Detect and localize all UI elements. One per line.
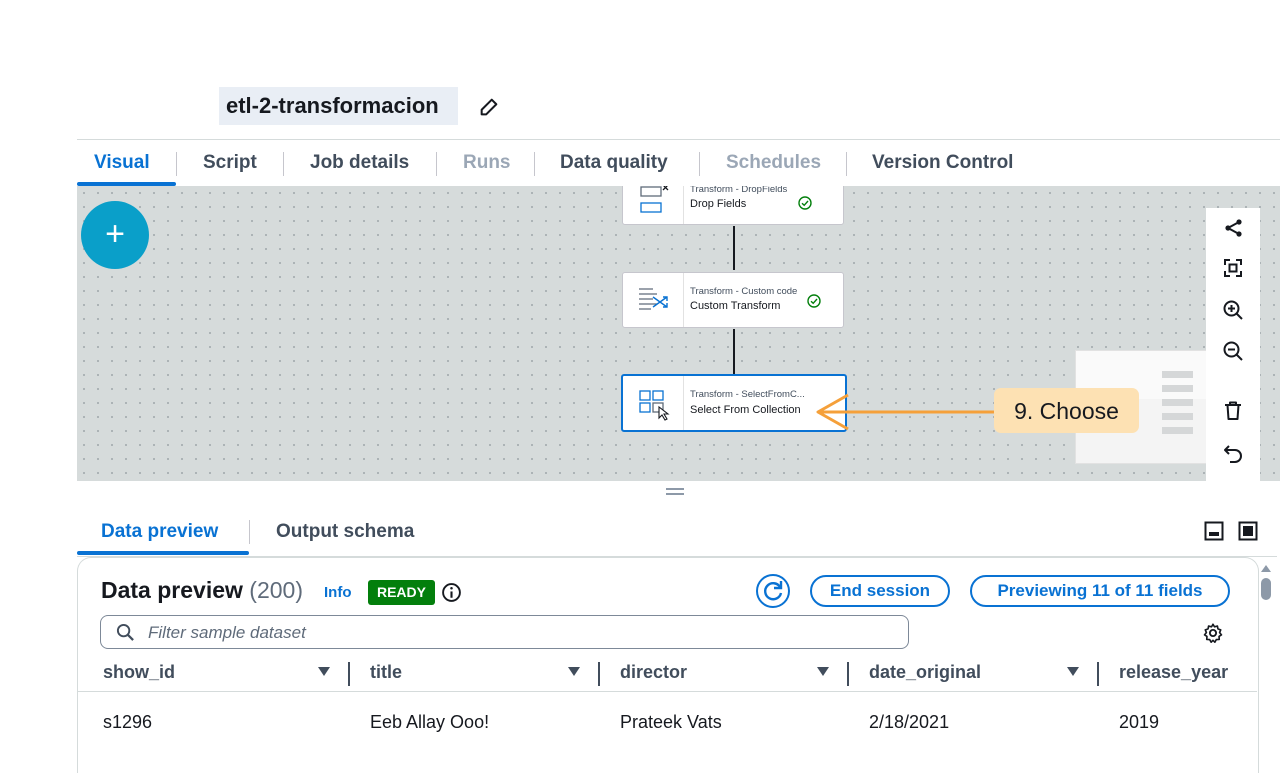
- node-name-label: Custom Transform: [690, 300, 781, 312]
- active-tab-indicator: [77, 551, 249, 555]
- table-cell: 2/18/2021: [869, 712, 950, 732]
- delete-icon[interactable]: [1221, 399, 1245, 423]
- tab-runs[interactable]: Runs: [463, 140, 511, 186]
- job-title: etl-2-transformacion: [219, 87, 458, 125]
- tab-visual[interactable]: Visual: [94, 140, 150, 186]
- node-drop-fields[interactable]: Transform - DropFields Drop Fields: [622, 186, 844, 225]
- layout-icon[interactable]: [1221, 216, 1245, 240]
- sort-caret-icon[interactable]: [817, 667, 829, 676]
- node-name-label: Drop Fields: [690, 198, 747, 210]
- end-session-button[interactable]: End session: [810, 575, 950, 607]
- tab-divider: [846, 152, 847, 176]
- node-name-label: Select From Collection: [690, 404, 801, 416]
- undo-icon[interactable]: [1221, 441, 1245, 465]
- search-icon: [116, 623, 134, 641]
- panel-splitter[interactable]: [77, 481, 1280, 503]
- tab-divider: [176, 152, 177, 176]
- edit-pencil-icon[interactable]: [478, 96, 500, 118]
- settings-gear-icon[interactable]: [1202, 622, 1224, 644]
- tab-divider: [436, 152, 437, 176]
- tab-divider: [534, 152, 535, 176]
- data-preview-count: (200): [249, 577, 303, 603]
- node-type-label: Transform - Custom code: [690, 286, 798, 297]
- check-icon: [807, 294, 821, 308]
- edge-connector: [733, 329, 735, 375]
- drop-fields-icon: [623, 186, 684, 224]
- column-divider[interactable]: [847, 662, 849, 686]
- tab-job-details[interactable]: Job details: [310, 140, 409, 186]
- tab-divider: [283, 152, 284, 176]
- panel-minimize-icon[interactable]: [1204, 521, 1224, 541]
- column-divider[interactable]: [1097, 662, 1099, 686]
- tab-output-schema[interactable]: Output schema: [276, 510, 414, 554]
- sort-caret-icon[interactable]: [318, 667, 330, 676]
- table-cell: Eeb Allay Ooo!: [370, 712, 490, 732]
- tab-schedules[interactable]: Schedules: [726, 140, 821, 186]
- table-cell: Prateek Vats: [620, 712, 722, 732]
- column-header-director[interactable]: director: [620, 662, 687, 683]
- sort-caret-icon[interactable]: [568, 667, 580, 676]
- bottom-panel-tabs: Data preview Output schema: [77, 510, 1277, 557]
- tab-version-control[interactable]: Version Control: [872, 140, 1013, 186]
- node-type-label: Transform - SelectFromC...: [690, 389, 805, 400]
- tab-data-preview[interactable]: Data preview: [101, 510, 218, 554]
- job-tabs: Visual Script Job details Runs Data qual…: [77, 139, 1280, 187]
- table-cell: 2019: [1119, 712, 1160, 732]
- node-type-label: Transform - DropFields: [690, 186, 788, 195]
- column-header-title[interactable]: title: [370, 662, 402, 683]
- tab-divider: [699, 152, 700, 176]
- column-header-release-year[interactable]: release_year: [1119, 662, 1228, 683]
- refresh-icon[interactable]: [755, 573, 791, 609]
- status-badge: READY: [368, 580, 435, 605]
- visual-canvas[interactable]: + Transform - DropFields Drop Fields Tra…: [77, 186, 1280, 481]
- vertical-scrollbar[interactable]: [1260, 565, 1272, 750]
- filter-search-box: [100, 615, 909, 649]
- edge-connector: [733, 226, 735, 270]
- previewing-fields-button[interactable]: Previewing 11 of 11 fields: [970, 575, 1230, 607]
- canvas-toolbar: [1206, 208, 1260, 481]
- zoom-out-icon[interactable]: [1221, 339, 1245, 363]
- filter-input[interactable]: [146, 620, 890, 646]
- table-cell: s1296: [103, 712, 153, 732]
- tab-divider: [249, 520, 250, 544]
- info-circle-icon[interactable]: [441, 582, 462, 603]
- column-divider[interactable]: [598, 662, 600, 686]
- info-link[interactable]: Info: [324, 584, 352, 601]
- step-callout: 9. Choose: [994, 388, 1139, 433]
- add-node-button[interactable]: +: [81, 201, 149, 269]
- column-header-date-original[interactable]: date_original: [869, 662, 981, 683]
- tab-script[interactable]: Script: [203, 140, 257, 186]
- check-icon: [798, 196, 812, 210]
- zoom-in-icon[interactable]: [1221, 298, 1245, 322]
- panel-maximize-icon[interactable]: [1238, 521, 1258, 541]
- tab-data-quality[interactable]: Data quality: [560, 140, 668, 186]
- column-divider[interactable]: [348, 662, 350, 686]
- column-header-show-id[interactable]: show_id: [103, 662, 175, 683]
- fit-view-icon[interactable]: [1221, 256, 1245, 280]
- select-from-collection-icon: [623, 376, 684, 430]
- sort-caret-icon[interactable]: [1067, 667, 1079, 676]
- custom-code-icon: [623, 273, 684, 327]
- node-custom-transform[interactable]: Transform - Custom code Custom Transform: [622, 272, 844, 328]
- callout-arrow: [816, 393, 994, 431]
- table-header-divider: [77, 691, 1257, 692]
- data-preview-title: Data preview: [101, 577, 243, 603]
- data-preview-heading: Data preview (200): [101, 575, 303, 605]
